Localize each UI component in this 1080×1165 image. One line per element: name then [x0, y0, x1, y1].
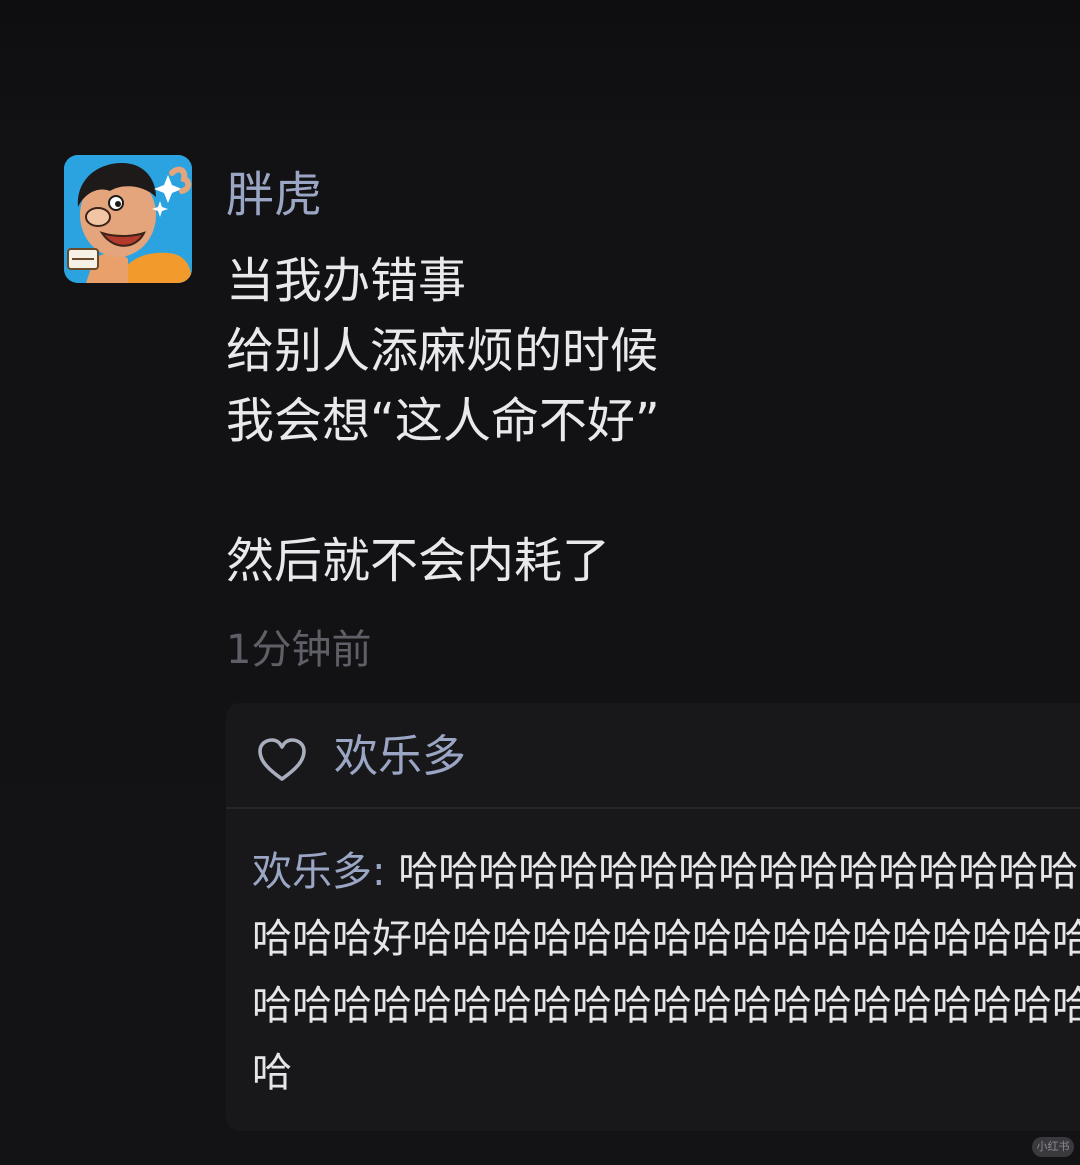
likes-row: 欢乐多 [226, 703, 1080, 809]
post-content-line-3: 我会想“这人命不好” [226, 393, 660, 449]
comment-item[interactable]: 欢乐多: 哈哈哈哈哈哈哈哈哈哈哈哈哈哈哈哈哈哈哈哈哈好哈哈哈哈哈哈哈哈哈哈哈哈哈… [252, 839, 1080, 1119]
avatar[interactable] [64, 155, 192, 283]
watermark-badge: 小红书 [1032, 1137, 1074, 1157]
post-content-line-1: 当我办错事 [226, 253, 467, 309]
heart-outline-icon[interactable] [256, 737, 308, 783]
screen: 胖虎 当我办错事 给别人添麻烦的时候 我会想“这人命不好” 然后就不会内耗了 1… [0, 0, 1080, 1165]
post-content-line-2: 给别人添麻烦的时候 [226, 323, 659, 379]
post-author-name[interactable]: 胖虎 [226, 166, 322, 224]
comment-author[interactable]: 欢乐多: [252, 849, 385, 895]
post-content: 当我办错事 给别人添麻烦的时候 我会想“这人命不好” 然后就不会内耗了 [226, 246, 1046, 596]
post-timestamp: 1分钟前 [226, 627, 372, 673]
post-content-line-4: 然后就不会内耗了 [226, 533, 611, 589]
avatar-illustration [64, 155, 192, 283]
post-card: 胖虎 当我办错事 给别人添麻烦的时候 我会想“这人命不好” 然后就不会内耗了 1… [0, 0, 1080, 1165]
liker-name[interactable]: 欢乐多 [334, 729, 466, 785]
interaction-panel: 欢乐多 欢乐多: 哈哈哈哈哈哈哈哈哈哈哈哈哈哈哈哈哈哈哈哈哈好哈哈哈哈哈哈哈哈哈… [226, 703, 1080, 1131]
